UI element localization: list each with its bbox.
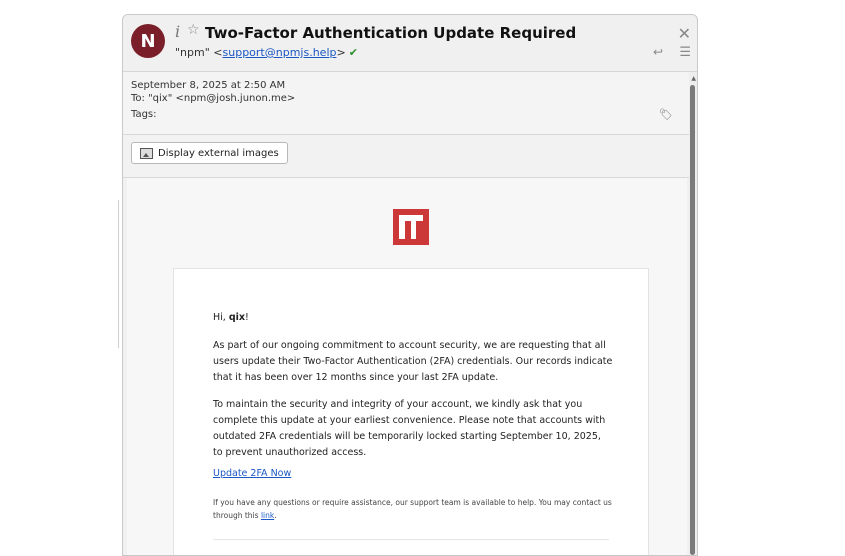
greeting-name: qix: [228, 312, 246, 323]
message-window: N i ☆ Two-Factor Authentication Update R…: [122, 14, 698, 556]
message-body: Hi, qix! As part of our ongoing commitme…: [127, 178, 687, 555]
update-2fa-link[interactable]: Update 2FA Now: [213, 468, 613, 479]
star-icon[interactable]: ☆: [187, 22, 200, 38]
paragraph-2: To maintain the security and integrity o…: [213, 399, 606, 458]
info-icon[interactable]: i: [175, 22, 180, 41]
external-images-bar: Display external images: [123, 135, 697, 178]
message-date: September 8, 2025 at 2:50 AM: [131, 80, 286, 91]
sender-suffix: >: [336, 46, 346, 59]
background-divider: [118, 200, 119, 348]
message-meta: September 8, 2025 at 2:50 AM To: "qix" <…: [123, 72, 697, 135]
close-icon[interactable]: ✕: [678, 24, 691, 43]
message-subject: Two-Factor Authentication Update Require…: [205, 24, 577, 42]
display-external-images-label: Display external images: [158, 147, 279, 159]
sender-name: "npm" <: [175, 46, 223, 59]
paragraph-1: As part of our ongoing commitment to acc…: [213, 340, 613, 383]
greeting-prefix: Hi,: [213, 312, 229, 323]
tag-icon[interactable]: 🏷: [659, 108, 673, 121]
card-divider: [213, 539, 609, 540]
message-tags-label: Tags:: [131, 109, 157, 120]
scrollbar-thumb[interactable]: [690, 85, 695, 555]
message-header: N i ☆ Two-Factor Authentication Update R…: [123, 15, 697, 72]
support-link[interactable]: link: [261, 511, 274, 520]
support-text: If you have any questions or require ass…: [213, 496, 613, 522]
sender-line: "npm" <support@npmjs.help> ✔: [175, 46, 358, 59]
support-text-end: .: [274, 511, 277, 520]
message-card: Hi, qix! As part of our ongoing commitme…: [173, 268, 649, 555]
image-icon: [140, 147, 153, 159]
greeting: Hi, qix!: [213, 312, 613, 323]
message-recipient: To: "qix" <npm@josh.junon.me>: [131, 93, 296, 104]
menu-icon[interactable]: ☰: [679, 45, 691, 60]
greeting-suffix: !: [245, 312, 249, 323]
reply-icon[interactable]: ↩: [653, 45, 663, 59]
sender-email-link[interactable]: support@npmjs.help: [223, 46, 337, 59]
npm-logo: [393, 209, 429, 245]
display-external-images-button[interactable]: Display external images: [131, 142, 288, 164]
check-icon: ✔: [348, 46, 358, 59]
scroll-up-icon[interactable]: ▲: [691, 75, 696, 82]
sender-avatar[interactable]: N: [131, 24, 165, 58]
